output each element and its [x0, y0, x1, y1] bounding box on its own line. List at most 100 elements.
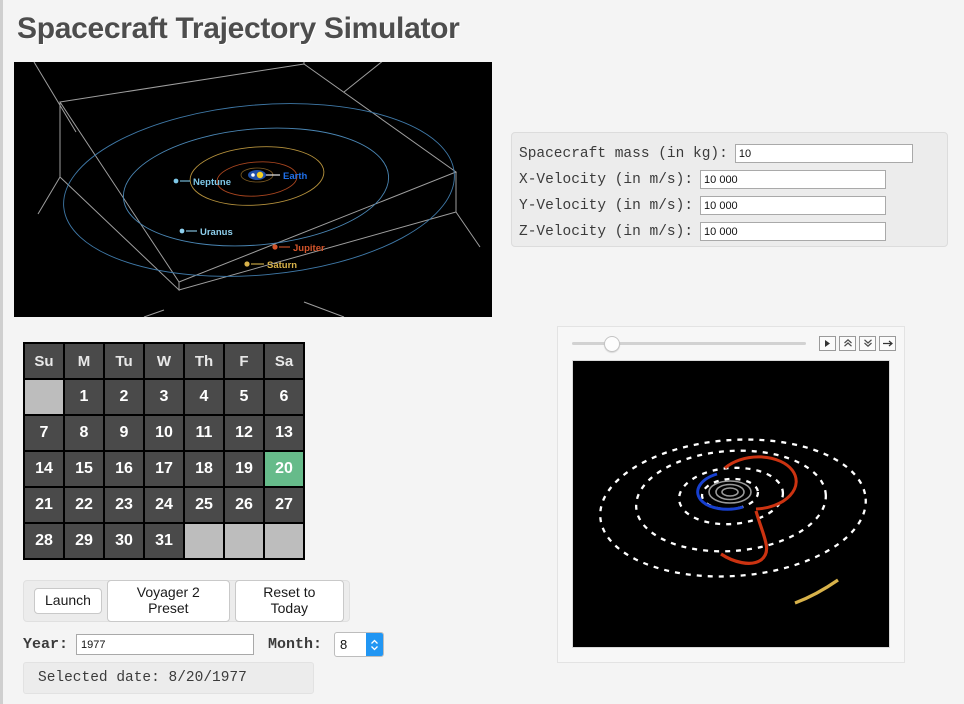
year-input[interactable] — [76, 634, 255, 655]
calendar-day-9[interactable]: 9 — [104, 415, 144, 451]
calendar-weekday-tu: Tu — [104, 343, 144, 379]
calendar-day-3[interactable]: 3 — [144, 379, 184, 415]
mass-label: Spacecraft mass (in kg): — [519, 145, 728, 162]
month-spinner-icon[interactable] — [366, 633, 384, 656]
chevron-double-up-icon — [843, 338, 852, 347]
planet-label-uranus: Uranus — [200, 227, 233, 238]
calendar-weekday-f: F — [224, 343, 264, 379]
planet-label-neptune: Neptune — [193, 177, 231, 188]
calendar-empty-cell — [224, 523, 264, 559]
calendar-day-11[interactable]: 11 — [184, 415, 224, 451]
y-velocity-row: Y-Velocity (in m/s): — [519, 193, 947, 218]
planet-label-saturn: Saturn — [267, 260, 297, 271]
calendar-day-15[interactable]: 15 — [64, 451, 104, 487]
solar-system-3d-view[interactable]: Neptune Uranus Saturn Jupiter Earth — [14, 62, 492, 317]
calendar-day-14[interactable]: 14 — [24, 451, 64, 487]
calendar-day-12[interactable]: 12 — [224, 415, 264, 451]
calendar-day-26[interactable]: 26 — [224, 487, 264, 523]
speed-up-button[interactable] — [839, 335, 856, 351]
calendar-day-20[interactable]: 20 — [264, 451, 304, 487]
calendar-day-4[interactable]: 4 — [184, 379, 224, 415]
calendar-day-10[interactable]: 10 — [144, 415, 184, 451]
calendar-day-16[interactable]: 16 — [104, 451, 144, 487]
wireframe-box — [33, 62, 481, 317]
z-velocity-label: Z-Velocity (in m/s): — [519, 223, 694, 240]
calendar-day-18[interactable]: 18 — [184, 451, 224, 487]
calendar-week-row: 21 22 23 24 25 26 27 — [24, 487, 304, 523]
x-velocity-row: X-Velocity (in m/s): — [519, 167, 947, 192]
calendar-day-8[interactable]: 8 — [64, 415, 104, 451]
calendar-day-23[interactable]: 23 — [104, 487, 144, 523]
calendar-day-30[interactable]: 30 — [104, 523, 144, 559]
calendar-empty-cell — [24, 379, 64, 415]
calendar-day-5[interactable]: 5 — [224, 379, 264, 415]
voyager-2-preset-button[interactable]: Voyager 2 Preset — [106, 580, 230, 622]
calendar-week-row: 14 15 16 17 18 19 20 — [24, 451, 304, 487]
calendar-day-1[interactable]: 1 — [64, 379, 104, 415]
y-velocity-input[interactable] — [700, 196, 887, 215]
month-label: Month: — [268, 636, 323, 653]
calendar-header-row: Su M Tu W Th F Sa — [24, 343, 304, 379]
calendar-day-2[interactable]: 2 — [104, 379, 144, 415]
launch-button[interactable]: Launch — [34, 587, 102, 615]
play-icon — [825, 339, 830, 347]
z-velocity-row: Z-Velocity (in m/s): — [519, 219, 947, 244]
calendar-day-17[interactable]: 17 — [144, 451, 184, 487]
planet-leader-lines — [180, 174, 290, 265]
z-velocity-input[interactable] — [700, 222, 887, 241]
planet-label-earth: Earth — [283, 171, 307, 182]
calendar-day-6[interactable]: 6 — [264, 379, 304, 415]
play-button[interactable] — [819, 335, 836, 351]
calendar-weekday-w: W — [144, 343, 184, 379]
planet-label-jupiter: Jupiter — [293, 243, 325, 254]
calendar-day-28[interactable]: 28 — [24, 523, 64, 559]
selected-date-status: Selected date: 8/20/1977 — [23, 662, 314, 694]
planet-dot-jupiter — [272, 244, 278, 250]
slider-handle[interactable] — [604, 336, 621, 352]
month-value: 8 — [340, 637, 348, 652]
calendar-day-13[interactable]: 13 — [264, 415, 304, 451]
mass-row: Spacecraft mass (in kg): — [519, 141, 947, 166]
calendar-day-24[interactable]: 24 — [144, 487, 184, 523]
planet-dot-uranus — [179, 228, 185, 234]
chevron-double-down-icon — [863, 339, 872, 348]
calendar-weekday-sa: Sa — [264, 343, 304, 379]
calendar-day-19[interactable]: 19 — [224, 451, 264, 487]
trajectory-plot[interactable] — [572, 360, 890, 648]
action-button-bar: Launch Voyager 2 Preset Reset to Today — [23, 580, 350, 622]
calendar-day-27[interactable]: 27 — [264, 487, 304, 523]
animation-panel — [557, 326, 905, 663]
sun-marker — [248, 170, 266, 180]
calendar-day-21[interactable]: 21 — [24, 487, 64, 523]
calendar-day-29[interactable]: 29 — [64, 523, 104, 559]
month-stepper[interactable]: 8 — [334, 632, 385, 657]
calendar-day-31[interactable]: 31 — [144, 523, 184, 559]
planet-dot-neptune — [173, 178, 179, 184]
planet-dot-saturn — [244, 261, 250, 267]
mass-input[interactable] — [734, 144, 913, 163]
date-controls: Year: Month: 8 — [23, 632, 385, 657]
animation-toolbar — [558, 327, 904, 359]
calendar-week-row: 28 29 30 31 — [24, 523, 304, 559]
calendar-day-25[interactable]: 25 — [184, 487, 224, 523]
calendar-day-22[interactable]: 22 — [64, 487, 104, 523]
reset-to-today-button[interactable]: Reset to Today — [234, 580, 344, 622]
calendar-empty-cell — [264, 523, 304, 559]
orbit-paths — [63, 103, 455, 277]
calendar-day-7[interactable]: 7 — [24, 415, 64, 451]
parameters-panel: Spacecraft mass (in kg): X-Velocity (in … — [511, 132, 948, 247]
calendar-weekday-su: Su — [24, 343, 64, 379]
y-velocity-label: Y-Velocity (in m/s): — [519, 197, 694, 214]
timeline-slider[interactable] — [566, 336, 806, 352]
page-title: Spacecraft Trajectory Simulator — [17, 12, 460, 45]
x-velocity-label: X-Velocity (in m/s): — [519, 171, 694, 188]
calendar[interactable]: Su M Tu W Th F Sa 1 2 3 4 5 6 7 8 9 10 11 12 13 14 15 16 17 18 1… — [23, 342, 305, 560]
calendar-weekday-th: Th — [184, 343, 224, 379]
calendar-empty-cell — [184, 523, 224, 559]
step-forward-button[interactable] — [879, 335, 896, 351]
speed-down-button[interactable] — [859, 335, 876, 351]
x-velocity-input[interactable] — [700, 170, 887, 189]
arrow-right-icon — [882, 340, 893, 346]
calendar-week-row: 7 8 9 10 11 12 13 — [24, 415, 304, 451]
calendar-week-row: 123456 — [24, 379, 304, 415]
